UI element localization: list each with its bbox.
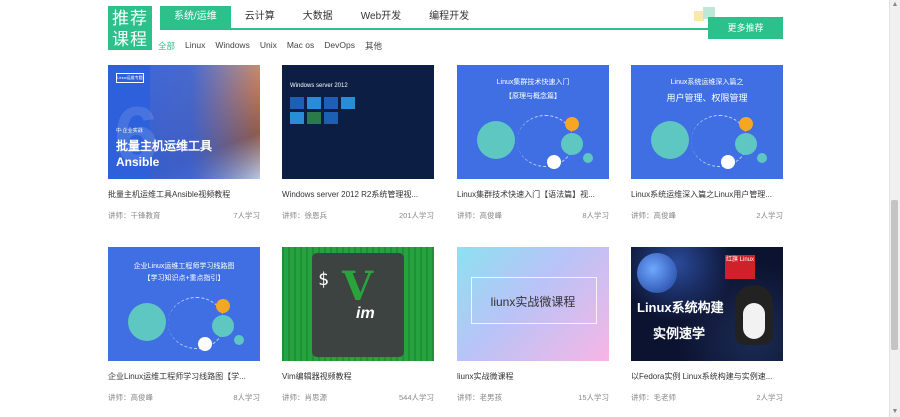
course-teacher: 讲师：高俊峰: [631, 211, 676, 220]
thumb-line: 批量主机运维工具: [116, 139, 213, 153]
node-icon: [234, 335, 244, 345]
course-learners: 201人学习: [398, 211, 434, 220]
course-thumbnail[interactable]: 红旗 Linux Linux系统构建 实例速学: [631, 247, 783, 361]
logo-line-2: 课程: [112, 30, 148, 49]
tab-web-dev[interactable]: Web开发: [347, 6, 415, 28]
subtab-devops[interactable]: DevOps: [324, 40, 355, 52]
course-card[interactable]: Linux集群技术快速入门 【原理与概念篇】 Linux集群技术快速入门【语法篇…: [457, 65, 609, 221]
course-thumbnail[interactable]: Linux系统运维深入篇之 用户管理、权限管理: [631, 65, 783, 179]
course-thumbnail[interactable]: $ V im: [282, 247, 434, 361]
course-learners: 15人学习: [578, 393, 609, 402]
tab-bigdata[interactable]: 大数据: [289, 6, 347, 28]
course-teacher: 讲师：高俊峰: [457, 211, 502, 220]
course-thumbnail[interactable]: 企业Linux运维工程师学习线路图 【学习知识点+重点指引】: [108, 247, 260, 361]
vim-logo-icon: V: [342, 263, 374, 310]
planet-image: [637, 253, 677, 293]
course-learners: 7人学习: [233, 211, 260, 220]
course-learners: 544人学习: [398, 393, 434, 402]
thumb-line: Linux系统构建: [637, 300, 724, 315]
course-title[interactable]: Windows server 2012 R2系统管理视...: [282, 189, 434, 201]
course-learners: 2人学习: [756, 211, 783, 220]
course-teacher: 讲师：老男孩: [457, 393, 502, 402]
people-circle-icon: [651, 121, 689, 159]
windows-tiles: [290, 97, 355, 124]
course-learners: 8人学习: [582, 211, 609, 220]
course-teacher: 讲师：肖思源: [282, 393, 327, 402]
red-flag-logo: 红旗 Linux: [725, 255, 755, 279]
course-thumbnail[interactable]: 6 Linux运维专题 中·企业实战 批量主机运维工具 Ansible: [108, 65, 260, 179]
thumb-line: Ansible: [116, 155, 160, 169]
node-icon: [565, 117, 579, 131]
people-circle-icon: [128, 303, 166, 341]
subtab-macos[interactable]: Mac os: [287, 40, 314, 52]
user-icon: [561, 133, 583, 155]
node-icon: [198, 337, 212, 351]
user-icon: [212, 315, 234, 337]
thumb-line: Linux系统运维深入篇之: [670, 79, 744, 86]
category-tabs: 系统/运维 云计算 大数据 Web开发 编程开发: [160, 6, 483, 28]
user-icon: [735, 133, 757, 155]
logo-line-1: 推荐: [112, 9, 148, 28]
node-icon: [547, 155, 561, 169]
thumb-line: 中·企业实战: [116, 128, 143, 134]
course-learners: 8人学习: [233, 393, 260, 402]
node-icon: [721, 155, 735, 169]
vim-logo-text: im: [356, 305, 375, 322]
course-card[interactable]: 企业Linux运维工程师学习线路图 【学习知识点+重点指引】 企业Linux运维…: [108, 247, 260, 403]
course-teacher: 讲师：徐恩兵: [282, 211, 327, 220]
subtab-linux[interactable]: Linux: [185, 40, 205, 52]
tab-programming[interactable]: 编程开发: [415, 6, 483, 28]
course-card[interactable]: 红旗 Linux Linux系统构建 实例速学 以Fedora实例 Linux系…: [631, 247, 783, 403]
thumb-line: Linux集群技术快速入门: [496, 79, 570, 86]
scroll-thumb[interactable]: [891, 200, 898, 350]
course-learners: 2人学习: [756, 393, 783, 402]
scroll-up-arrow-icon[interactable]: ▲: [891, 0, 899, 10]
course-title[interactable]: Linux系统运维深入篇之Linux用户管理...: [631, 189, 783, 201]
course-teacher: 讲师：千锋教育: [108, 211, 161, 220]
course-title[interactable]: liunx实战微课程: [457, 371, 609, 383]
node-icon: [739, 117, 753, 131]
thumb-tag: Linux运维专题: [116, 73, 144, 83]
node-icon: [583, 153, 593, 163]
tab-system-ops[interactable]: 系统/运维: [160, 6, 231, 28]
course-thumbnail[interactable]: liunx实战微课程: [457, 247, 609, 361]
course-thumbnail[interactable]: Windows server 2012: [282, 65, 434, 179]
subtab-unix[interactable]: Unix: [260, 40, 277, 52]
course-title[interactable]: Vim编辑器视频教程: [282, 371, 434, 383]
subtab-other[interactable]: 其他: [365, 40, 382, 52]
prompt-symbol: $: [318, 269, 329, 290]
course-title[interactable]: Linux集群技术快速入门【语法篇】视...: [457, 189, 609, 201]
tab-cloud[interactable]: 云计算: [231, 6, 289, 28]
tab-underline: [160, 28, 782, 30]
course-teacher: 讲师：毛老师: [631, 393, 676, 402]
thumb-line: 【原理与概念篇】: [505, 93, 561, 100]
course-card[interactable]: $ V im Vim编辑器视频教程 讲师：肖思源 544人学习: [282, 247, 434, 403]
thumb-heading: Windows server 2012: [290, 83, 348, 89]
course-card[interactable]: 6 Linux运维专题 中·企业实战 批量主机运维工具 Ansible 批量主机…: [108, 65, 260, 221]
thumb-line: 用户管理、权限管理: [666, 93, 748, 103]
people-circle-icon: [477, 121, 515, 159]
subtab-windows[interactable]: Windows: [215, 40, 249, 52]
node-icon: [216, 299, 230, 313]
more-recommend-button[interactable]: 更多推荐: [708, 17, 783, 39]
course-teacher: 讲师：高俊峰: [108, 393, 153, 402]
course-title[interactable]: 以Fedora实例 Linux系统构建与实例速...: [631, 371, 783, 383]
thumb-line: 【学习知识点+重点指引】: [143, 275, 225, 282]
thumb-text: liunx实战微课程: [490, 295, 576, 309]
course-card[interactable]: liunx实战微课程 liunx实战微课程 讲师：老男孩 15人学习: [457, 247, 609, 403]
page-scrollbar[interactable]: ▲ ▼: [889, 0, 900, 417]
recommended-courses-logo: 推荐 课程: [108, 6, 152, 50]
thumb-line: 企业Linux运维工程师学习线路图: [133, 263, 235, 270]
scroll-down-arrow-icon[interactable]: ▼: [891, 407, 899, 417]
course-title[interactable]: 批量主机运维工具Ansible视频教程: [108, 189, 260, 201]
course-title[interactable]: 企业Linux运维工程师学习线路图【学...: [108, 371, 260, 383]
subtab-all[interactable]: 全部: [158, 40, 175, 52]
course-card[interactable]: Windows server 2012 Windows server 2012 …: [282, 65, 434, 221]
course-thumbnail[interactable]: Linux集群技术快速入门 【原理与概念篇】: [457, 65, 609, 179]
course-card[interactable]: Linux系统运维深入篇之 用户管理、权限管理 Linux系统运维深入篇之Lin…: [631, 65, 783, 221]
subcategory-filter: 全部 Linux Windows Unix Mac os DevOps 其他: [158, 40, 392, 52]
thumb-line: 实例速学: [653, 326, 706, 341]
node-icon: [757, 153, 767, 163]
